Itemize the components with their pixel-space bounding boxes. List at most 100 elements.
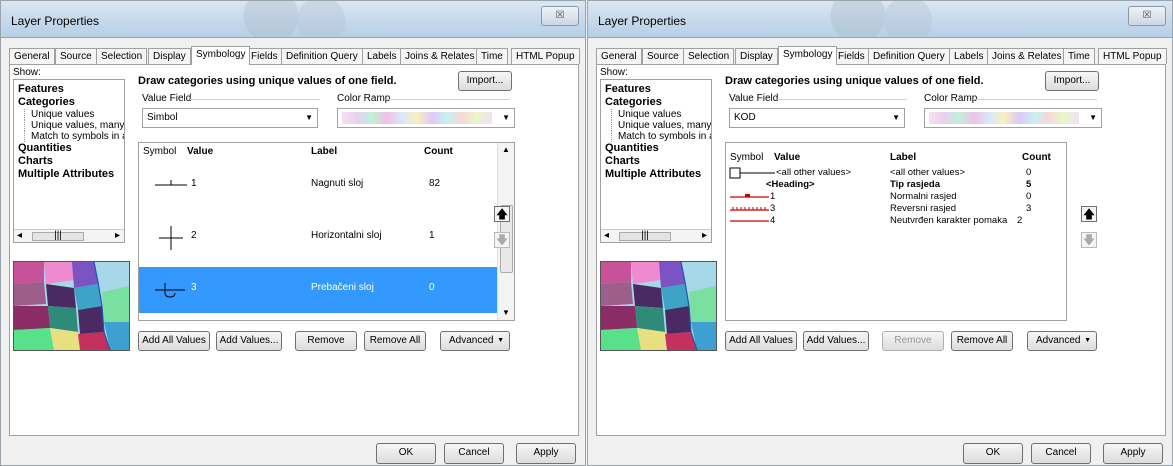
column-count[interactable]: Count: [1022, 152, 1051, 163]
advanced-button[interactable]: Advanced ▼: [440, 331, 510, 351]
tree-item-multiple-attributes[interactable]: Multiple Attributes: [18, 168, 124, 181]
column-label[interactable]: Label: [890, 152, 916, 163]
scroll-thumb[interactable]: |||: [32, 231, 84, 241]
tree-item-features[interactable]: Features: [18, 83, 124, 96]
tree-item-unique-values-many[interactable]: Unique values, many: [24, 120, 124, 131]
import-button[interactable]: Import...: [1045, 71, 1099, 91]
tab-time[interactable]: Time: [476, 48, 508, 64]
tab-symbology[interactable]: Symbology: [191, 46, 251, 65]
tree-item-multiple-attributes[interactable]: Multiple Attributes: [605, 168, 711, 181]
tab-selection[interactable]: Selection: [96, 48, 148, 64]
tab-general[interactable]: General: [596, 48, 642, 64]
tab-labels[interactable]: Labels: [362, 48, 402, 64]
tree-item-unique-values[interactable]: Unique values: [611, 109, 711, 120]
add-values-button[interactable]: Add Values...: [216, 331, 282, 351]
row-count: 82: [429, 178, 441, 189]
dip-symbol-icon: [155, 180, 187, 186]
ok-button[interactable]: OK: [376, 443, 436, 464]
tab-source[interactable]: Source: [642, 48, 684, 64]
tab-selection[interactable]: Selection: [683, 48, 735, 64]
tree-item-charts[interactable]: Charts: [18, 155, 124, 168]
move-down-button[interactable]: 🡇: [494, 232, 510, 248]
tree-item-quantities[interactable]: Quantities: [605, 142, 711, 155]
tree-item-features[interactable]: Features: [605, 83, 711, 96]
tree-item-unique-values[interactable]: Unique values: [24, 109, 124, 120]
scroll-thumb[interactable]: |||: [619, 231, 671, 241]
ok-button[interactable]: OK: [963, 443, 1023, 464]
tree-horizontal-scrollbar[interactable]: ◂ ||| ▸: [14, 229, 124, 242]
table-row[interactable]: 1 Normalni rasjed 0: [726, 191, 1066, 203]
add-values-button[interactable]: Add Values...: [803, 331, 869, 351]
scroll-left-icon[interactable]: ◂: [17, 231, 22, 241]
tab-html-popup[interactable]: HTML Popup: [1098, 48, 1167, 64]
tab-joins-relates[interactable]: Joins & Relates: [987, 48, 1067, 64]
scroll-right-icon[interactable]: ▸: [115, 231, 120, 241]
tab-fields[interactable]: Fields: [246, 48, 283, 64]
color-ramp-select[interactable]: ▼: [924, 108, 1102, 128]
add-all-values-button[interactable]: Add All Values: [138, 331, 210, 351]
tab-display[interactable]: Display: [148, 48, 191, 64]
close-button[interactable]: ☒: [541, 6, 579, 26]
advanced-button[interactable]: Advanced ▼: [1027, 331, 1097, 351]
tab-labels[interactable]: Labels: [949, 48, 989, 64]
remove-button[interactable]: Remove: [295, 331, 357, 351]
column-label[interactable]: Label: [311, 146, 337, 157]
title-bar[interactable]: Layer Properties ☒: [1, 1, 585, 38]
tree-horizontal-scrollbar[interactable]: ◂ ||| ▸: [601, 229, 711, 242]
tab-symbology[interactable]: Symbology: [778, 46, 838, 65]
table-row[interactable]: 1 Nagnuti sloj 82: [139, 163, 498, 209]
column-value[interactable]: Value: [187, 146, 213, 157]
close-button[interactable]: ☒: [1128, 6, 1166, 26]
import-button[interactable]: Import...: [458, 71, 512, 91]
tree-item-unique-values-many[interactable]: Unique values, many: [611, 120, 711, 131]
row-value: 1: [191, 178, 197, 189]
table-row[interactable]: 2 Horizontalni sloj 1: [139, 213, 498, 263]
table-row[interactable]: 3 Reversni rasjed 3: [726, 203, 1066, 215]
tab-definition-query[interactable]: Definition Query: [281, 48, 363, 64]
remove-all-button[interactable]: Remove All: [364, 331, 426, 351]
tab-fields[interactable]: Fields: [833, 48, 870, 64]
table-row[interactable]: <all other values> <all other values> 0: [726, 167, 1066, 179]
tab-time[interactable]: Time: [1063, 48, 1095, 64]
cancel-button[interactable]: Cancel: [444, 443, 504, 464]
table-row-heading[interactable]: <Heading> Tip rasjeda 5: [726, 179, 1066, 191]
remove-button[interactable]: Remove: [882, 331, 944, 351]
add-all-values-button[interactable]: Add All Values: [725, 331, 797, 351]
table-row[interactable]: 4 Neutvrđen karakter pomaka 2: [726, 215, 1066, 227]
remove-all-button[interactable]: Remove All: [951, 331, 1013, 351]
cancel-button[interactable]: Cancel: [1031, 443, 1091, 464]
scroll-left-icon[interactable]: ◂: [604, 231, 609, 241]
tab-strip: General Source Selection Display Symbolo…: [9, 46, 580, 65]
tree-item-match-symbols[interactable]: Match to symbols in a: [611, 131, 711, 142]
table-row-selected[interactable]: 3 Prebačeni sloj 0: [139, 267, 498, 313]
column-count[interactable]: Count: [424, 146, 453, 157]
move-up-button[interactable]: 🡅: [1081, 206, 1097, 222]
dropdown-arrow-icon: ▼: [497, 337, 504, 344]
tab-source[interactable]: Source: [55, 48, 97, 64]
scroll-right-icon[interactable]: ▸: [702, 231, 707, 241]
tree-item-quantities[interactable]: Quantities: [18, 142, 124, 155]
value-field-select[interactable]: Simbol ▼: [142, 108, 318, 128]
column-symbol[interactable]: Symbol: [143, 146, 176, 157]
tab-joins-relates[interactable]: Joins & Relates: [400, 48, 480, 64]
value-field-select[interactable]: KOD ▼: [729, 108, 905, 128]
move-down-button[interactable]: 🡇: [1081, 232, 1097, 248]
title-bar[interactable]: Layer Properties ☒: [588, 1, 1172, 38]
column-value[interactable]: Value: [774, 152, 800, 163]
apply-button[interactable]: Apply: [516, 443, 576, 464]
color-ramp-select[interactable]: ▼: [337, 108, 515, 128]
tab-definition-query[interactable]: Definition Query: [868, 48, 950, 64]
tab-html-popup[interactable]: HTML Popup: [511, 48, 580, 64]
scroll-up-icon[interactable]: ▲: [498, 143, 514, 157]
tab-general[interactable]: General: [9, 48, 55, 64]
tab-display[interactable]: Display: [735, 48, 778, 64]
move-up-button[interactable]: 🡅: [494, 206, 510, 222]
apply-button[interactable]: Apply: [1103, 443, 1163, 464]
tree-item-charts[interactable]: Charts: [605, 155, 711, 168]
tree-item-categories[interactable]: Categories: [18, 96, 124, 109]
scroll-down-icon[interactable]: ▼: [498, 306, 514, 320]
value-field-value: Simbol: [147, 112, 178, 123]
column-symbol[interactable]: Symbol: [730, 152, 763, 163]
tree-item-match-symbols[interactable]: Match to symbols in a: [24, 131, 124, 142]
tree-item-categories[interactable]: Categories: [605, 96, 711, 109]
